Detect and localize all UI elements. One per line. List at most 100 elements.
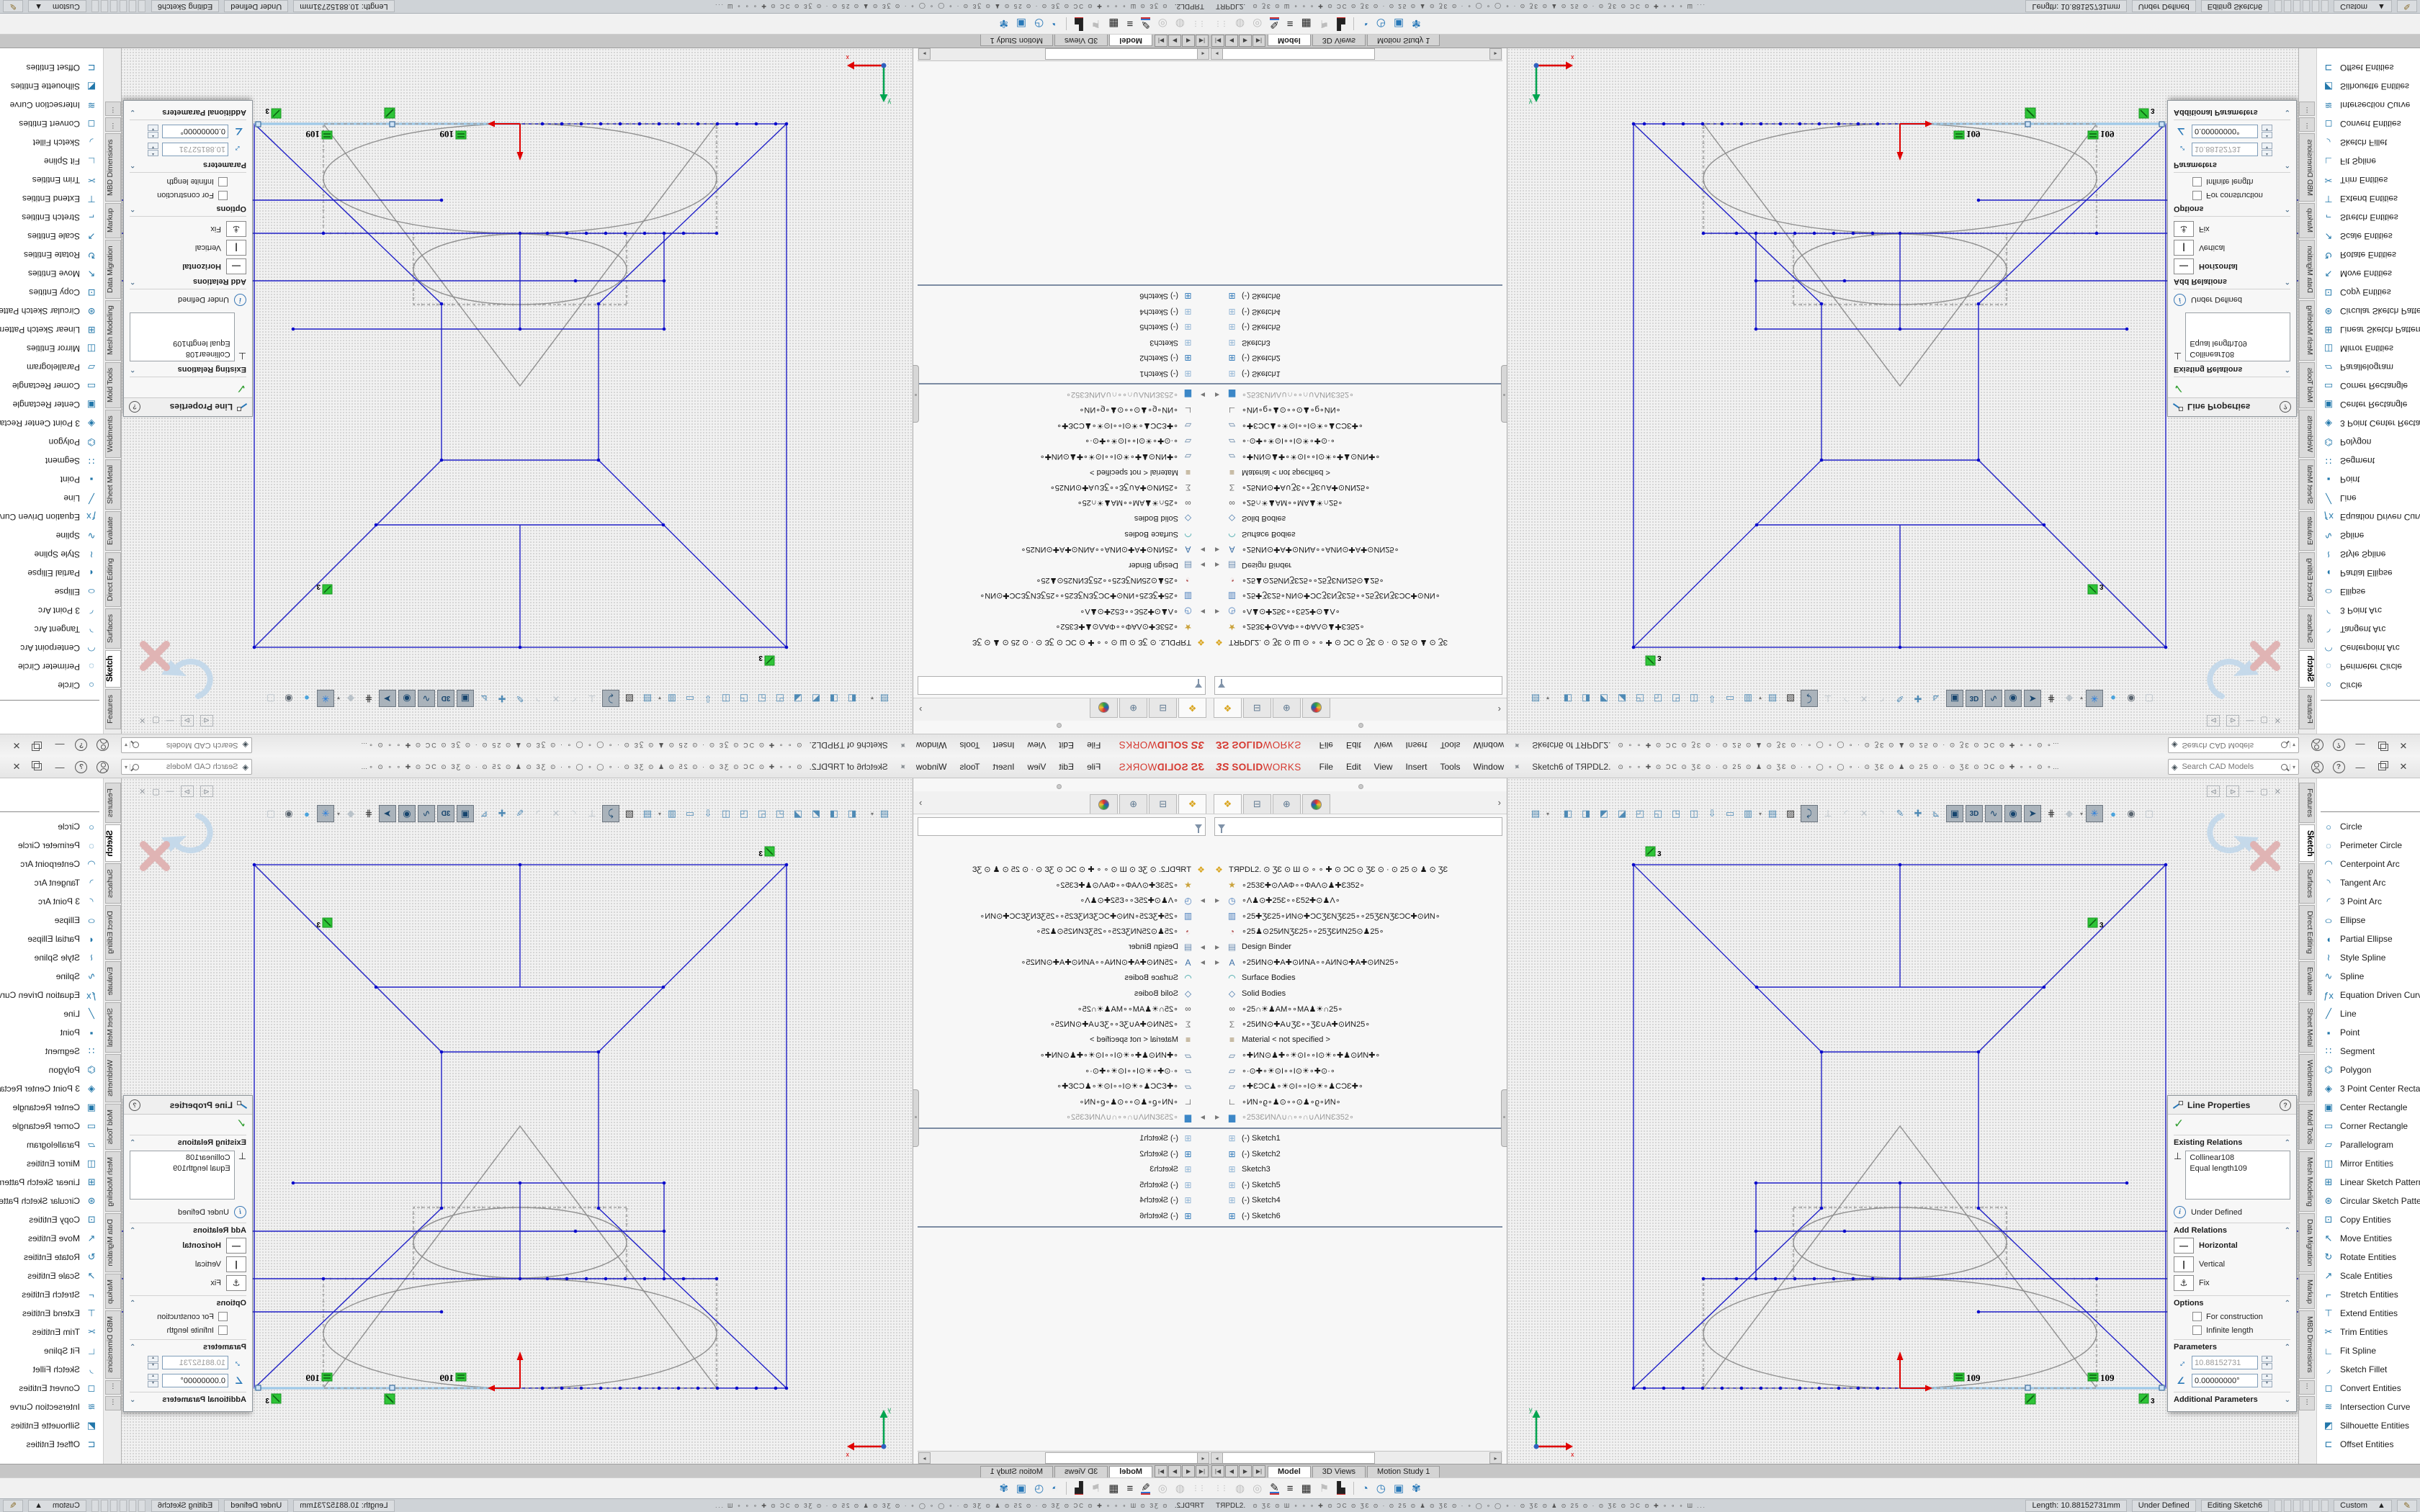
menu-insert[interactable]: Insert [987, 740, 1021, 750]
tab-nav-icon[interactable]: ▶| [1155, 1465, 1168, 1477]
tree-item-sketch2[interactable]: ⊞(-) Sketch2 [1210, 1146, 1502, 1162]
add-relation-horizontal[interactable]: Horizontal [182, 262, 221, 271]
tree-item-sketch5[interactable]: ⊞(-) Sketch5 [1210, 320, 1502, 336]
tool-intersection-curve[interactable]: ≋Intersection Curve [2317, 96, 2420, 114]
search-icon[interactable] [133, 764, 139, 770]
status-unit-selector[interactable]: Custom▲ [28, 0, 86, 12]
collapse-icon[interactable]: ⌃ [2285, 161, 2290, 169]
tree-item-right-plane[interactable]: ▱∘✚ƐƆC♟∘☀⊙I∘∘I⊙☀∘♟CƆƐ✚∘ [918, 1079, 1210, 1094]
tool-segment[interactable]: ∷Segment [2317, 1042, 2420, 1061]
markup-toolbar-icon[interactable]: ✾ [999, 1483, 1008, 1494]
menu-view[interactable]: View [1368, 762, 1399, 772]
checkbox-construction[interactable] [218, 191, 228, 200]
tool-centerpoint-arc[interactable]: ◠Centerpoint Arc [2317, 639, 2420, 657]
tree-horizontal-scrollbar[interactable]: ◂ ▸ [918, 1451, 1210, 1464]
command-tab-sketch[interactable]: Sketch [2299, 824, 2315, 863]
command-tab-features[interactable]: Features [2299, 689, 2315, 729]
command-tab-mesh-modeling[interactable]: Mesh Modeling [2299, 1151, 2315, 1212]
command-tab--[interactable]: ⋮ [105, 102, 121, 116]
search-box[interactable]: ◈ ▾ [121, 737, 252, 753]
tool-convert-entities[interactable]: ◻Convert Entities [0, 1379, 103, 1398]
relations-listbox[interactable]: Collinear108 Equal length109 [130, 312, 235, 361]
manager-tab-0[interactable]: ❖ [1178, 794, 1206, 814]
tool-line[interactable]: ╱Line [2317, 489, 2420, 508]
tree-item-sensors[interactable]: ▶◷∘Λ♟⊙✚25Ɛ∘∘Ɛ52✚⊙♟Λ∘ [1210, 604, 1502, 620]
tool-spline[interactable]: ∿Spline [2317, 526, 2420, 545]
command-tab-direct-editing[interactable]: Direct Editing [105, 905, 121, 960]
tree-item-top-plane[interactable]: ▱∘·⊙✚∘☀⊙I∘∘I⊙☀∘✚⊙·∘ [1210, 433, 1502, 449]
markup-toolbar-icon[interactable]: ✎ [1270, 1482, 1279, 1495]
tree-item-surface-bodies[interactable]: ◠Surface Bodies [1210, 526, 1502, 542]
tree-item-material[interactable]: ≡Material < not specified > [918, 464, 1210, 480]
tool-circular-sketch-pattern[interactable]: ⊛Circular Sketch Pattern [2317, 302, 2420, 320]
expand-icon[interactable]: ⌄ [2285, 1396, 2290, 1404]
markup-toolbar-icon[interactable]: ▙ [1337, 1482, 1345, 1495]
tool-polygon[interactable]: ⌬Polygon [2317, 1061, 2420, 1079]
command-tab--[interactable]: ⋮ [105, 1380, 121, 1395]
tool-point[interactable]: ▪Point [0, 1023, 103, 1042]
help-button[interactable]: ? [71, 758, 92, 775]
markup-toolbar-icon[interactable]: ✾ [1412, 1483, 1421, 1494]
tree-filter[interactable] [1214, 676, 1502, 695]
relation-item[interactable]: Collinear108 [2190, 348, 2286, 359]
expand-icon[interactable]: ▶ [1201, 392, 1205, 398]
status-tag-icon[interactable]: ✎ [2397, 1500, 2417, 1512]
expand-icon[interactable]: ⌄ [2285, 109, 2290, 117]
manager-tab-0[interactable]: ❖ [1214, 698, 1242, 718]
collapse-icon[interactable]: ⌃ [2285, 1300, 2290, 1308]
relation-item[interactable]: Equal length109 [2190, 1164, 2286, 1174]
command-tab-data-migration[interactable]: Data Migration [105, 1213, 121, 1272]
tree-item-sketch1[interactable]: ⊞(-) Sketch1 [1210, 1131, 1502, 1147]
command-tab-mbd-dimensions[interactable]: MBD Dimensions [2299, 133, 2315, 201]
menu-window[interactable]: Window [910, 740, 954, 750]
tool-rotate-entities[interactable]: ↻Rotate Entities [2317, 1248, 2420, 1266]
tree-item-sketch4[interactable]: ⊞(-) Sketch4 [918, 304, 1210, 320]
command-tab-mesh-modeling[interactable]: Mesh Modeling [105, 1151, 121, 1212]
tree-item-origin[interactable]: ∟∘ИΝ∘ϱ∘♟⊙∘∘⊙♟∘ϱ∘ИΝ∘ [918, 402, 1210, 418]
tool-center-rectangle[interactable]: ▣Center Rectangle [2317, 1098, 2420, 1117]
length-input[interactable] [162, 143, 228, 156]
command-tab-direct-editing[interactable]: Direct Editing [2299, 905, 2315, 960]
status-unit-selector[interactable]: Custom▲ [2334, 0, 2392, 12]
command-tab-surfaces[interactable]: Surfaces [2299, 863, 2315, 904]
manager-tab-1[interactable]: ⊟ [1243, 698, 1271, 718]
rollback-bar[interactable] [918, 1226, 1210, 1228]
tool-partial-ellipse[interactable]: ◖Partial Ellipse [0, 930, 103, 948]
tree-item-origin[interactable]: ∟∘ИΝ∘ϱ∘♟⊙∘∘⊙♟∘ϱ∘ИΝ∘ [918, 1094, 1210, 1110]
scroll-thumb[interactable] [1045, 48, 1198, 60]
scroll-right-icon[interactable]: ▸ [1489, 48, 1502, 60]
tool-fit-spline[interactable]: ∟Fit Spline [2317, 152, 2420, 171]
checkbox-length[interactable] [2192, 1326, 2202, 1335]
tool-3-point-arc[interactable]: ◜3 Point Arc [0, 601, 103, 620]
relation-item[interactable]: Equal length109 [2190, 338, 2286, 348]
filter-input[interactable] [1229, 822, 1499, 832]
menu-view[interactable]: View [1368, 740, 1399, 750]
help-button[interactable]: ? [2328, 737, 2349, 754]
markup-toolbar-icon[interactable]: ✾ [1412, 19, 1421, 30]
scroll-left-icon[interactable]: ◂ [1211, 1452, 1223, 1464]
angle-input[interactable] [2192, 125, 2258, 138]
rollback-bar[interactable] [918, 1128, 1210, 1129]
command-tab-sheet-metal[interactable]: Sheet Metal [2299, 1002, 2315, 1053]
scroll-right-icon[interactable]: ▸ [918, 1452, 931, 1464]
relation-item[interactable]: Equal length109 [134, 338, 230, 348]
scroll-thumb[interactable] [1222, 1452, 1375, 1464]
tree-item-equations-sigma[interactable]: Σ∘25ИΝ⊙✚Α∪ƷƐ∘∘ƷƐ∪Α✚⊙ИΝ25∘ [918, 480, 1210, 496]
relation-item[interactable]: Collinear108 [134, 1153, 230, 1164]
search-box[interactable]: ◈ ▾ [2168, 737, 2299, 753]
markup-toolbar-icon[interactable]: ◔ [1052, 1483, 1058, 1494]
status-tag-icon[interactable]: ✎ [3, 1500, 23, 1512]
tool-3-point-center-recta-[interactable]: ◈3 Point Center Recta... [0, 1079, 103, 1098]
model-tab-model[interactable]: Model [1268, 35, 1311, 46]
more-tools-chevron[interactable]: » [2364, 48, 2374, 95]
tool-move-entities[interactable]: ↖Move Entities [2317, 1229, 2420, 1248]
dimension-109-left[interactable]: 109 [1954, 129, 1981, 140]
tree-item-history[interactable]: ★∘253Ɛ✚⊙ΛΑΦ∘∘ΦΑΛ⊙♟✚Ɛ352∘ [918, 878, 1210, 894]
tool-3-point-arc[interactable]: ◜3 Point Arc [2317, 892, 2420, 911]
expand-icon[interactable]: ▶ [1201, 546, 1205, 553]
tree-item-root[interactable]: ❖TЯPDL2. ⊙ ƷƐ ⊙ Ш ⊙ ∘ ∘ ✚ ⊙ ƆC ⊙ ƷƐ ⊙ · … [918, 862, 1210, 878]
markup-toolbar-icon[interactable]: ⚑ [1091, 19, 1101, 30]
tool-segment[interactable]: ∷Segment [2317, 451, 2420, 470]
help-button[interactable]: ? [2328, 758, 2349, 775]
tree-item-front-plane[interactable]: ▱∘✚ИΝ⊙♟✚∘☀⊙I∘∘I⊙☀∘✚♟⊙ИΝ✚∘ [1210, 1048, 1502, 1063]
